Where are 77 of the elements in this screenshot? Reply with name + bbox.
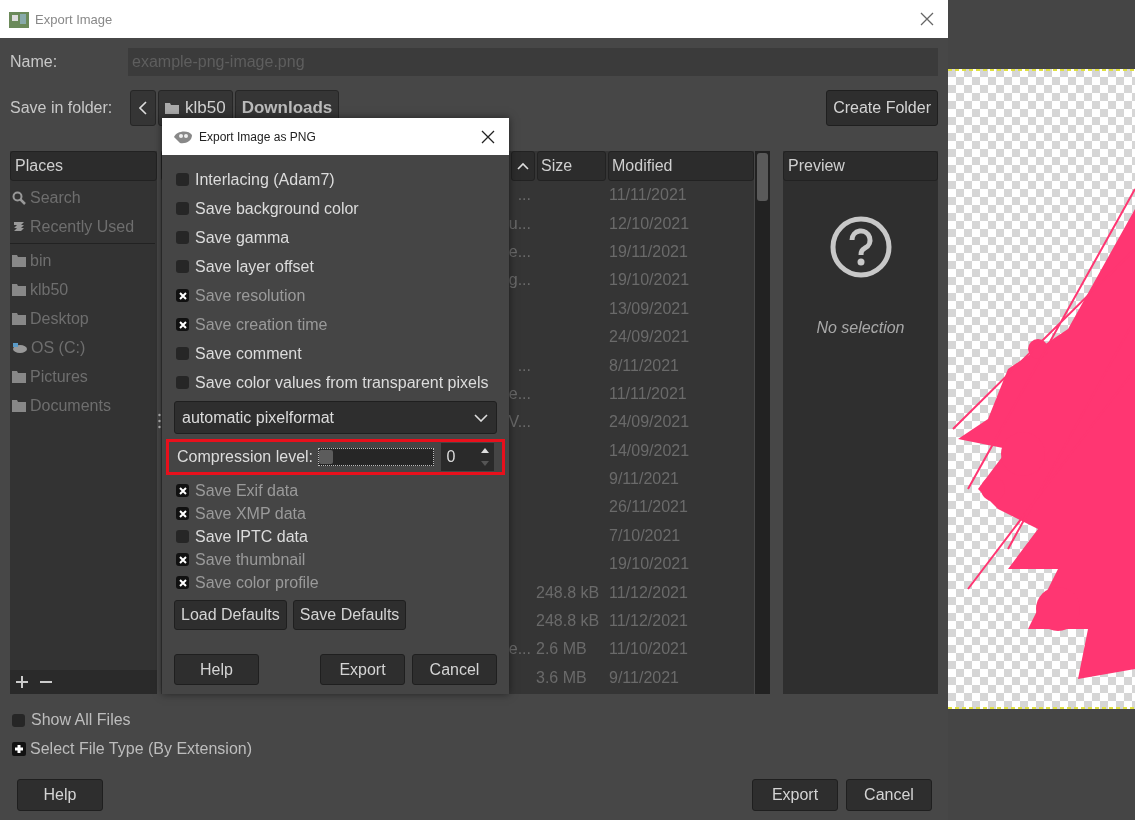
folder-icon [12, 399, 26, 412]
stack-icon [12, 219, 26, 234]
dialog-button[interactable]: Cancel [412, 654, 497, 685]
mascot-icon [172, 128, 194, 145]
scrollbar[interactable] [755, 151, 770, 694]
file-name-cell: ... [517, 186, 531, 204]
checkbox-label: Save IPTC data [195, 527, 308, 546]
compression-slider[interactable] [318, 448, 435, 466]
checkbox[interactable] [176, 376, 189, 389]
folder-icon [12, 370, 26, 383]
checkbox[interactable] [176, 530, 189, 543]
dialog-button[interactable]: Export [320, 654, 405, 685]
checkbox[interactable] [176, 173, 189, 186]
checkbox-label: Save resolution [195, 286, 306, 305]
drive-icon [12, 341, 27, 354]
column-header[interactable]: Size [537, 151, 606, 181]
folder-icon [165, 102, 179, 114]
checkbox[interactable] [176, 576, 189, 589]
checkbox[interactable] [12, 713, 25, 727]
preview-message: No selection [816, 319, 905, 337]
folder-icon [12, 254, 26, 267]
checkbox-label: Show All Files [31, 711, 131, 729]
checkbox[interactable] [176, 318, 189, 331]
compression-label: Compression level: [177, 448, 314, 466]
checkbox[interactable] [176, 202, 189, 215]
dialog-button[interactable]: Help [17, 779, 103, 811]
checkbox-label: Save Exif data [195, 481, 299, 500]
window-title: Export Image [35, 11, 113, 27]
chevron-up-icon [517, 162, 529, 170]
scrollbar-thumb[interactable] [757, 153, 768, 201]
places-header: Places [10, 151, 157, 181]
checkbox[interactable] [176, 289, 189, 302]
compression-spinbox[interactable]: 0 [441, 443, 494, 471]
chevron-down-icon [474, 413, 488, 422]
checkbox-label: Save XMP data [195, 504, 306, 523]
dialog-button[interactable]: Help [174, 654, 259, 685]
back-button[interactable] [130, 90, 156, 126]
folder-icon [12, 312, 26, 325]
create-folder-button[interactable]: Create Folder [826, 90, 938, 126]
checkbox-label: Save creation time [195, 315, 328, 334]
add-icon[interactable] [16, 676, 28, 688]
checkbox-label: Save gamma [195, 228, 290, 247]
preview-header: Preview [783, 151, 938, 181]
question-icon [828, 215, 893, 279]
pane-handle-icon[interactable] [158, 413, 161, 429]
defaults-button[interactable]: Load Defaults [174, 600, 287, 630]
sort-button[interactable] [511, 151, 535, 181]
expander-label[interactable]: Select File Type (By Extension) [30, 740, 253, 758]
checkbox-label: Save thumbnail [195, 550, 306, 569]
checkbox[interactable] [176, 507, 189, 520]
magnifier-icon [12, 190, 26, 205]
checkbox[interactable] [176, 231, 189, 244]
checkbox[interactable] [176, 347, 189, 360]
folder-icon [12, 283, 26, 296]
dialog-button[interactable]: Cancel [846, 779, 932, 811]
slider-thumb[interactable] [319, 450, 334, 464]
file-name-cell: ... [517, 356, 531, 374]
checkbox-label: Save color profile [195, 573, 319, 592]
checkbox-label: Save background color [195, 199, 359, 218]
app-icon [9, 10, 29, 28]
close-icon[interactable] [481, 129, 495, 144]
dialog-title: Export Image as PNG [199, 129, 316, 144]
column-header[interactable]: Modified [608, 151, 754, 181]
checkbox-label: Save layer offset [195, 257, 314, 276]
checkbox-label: Save comment [195, 344, 302, 363]
checkbox[interactable] [176, 553, 189, 566]
chevron-left-icon [139, 101, 147, 115]
dialog-button[interactable]: Export [752, 779, 838, 811]
pixelformat-dropdown[interactable]: automatic pixelformat [174, 401, 497, 434]
checkbox-label: Save color values from transparent pixels [195, 373, 489, 392]
defaults-button[interactable]: Save Defaults [292, 600, 407, 630]
checkbox[interactable] [176, 260, 189, 273]
checkbox-label: Interlacing (Adam7) [195, 170, 335, 189]
name-label: Name: [10, 53, 59, 71]
folder-label: Save in folder: [10, 99, 114, 117]
checkbox[interactable] [176, 484, 189, 497]
expander-icon[interactable] [12, 742, 26, 756]
